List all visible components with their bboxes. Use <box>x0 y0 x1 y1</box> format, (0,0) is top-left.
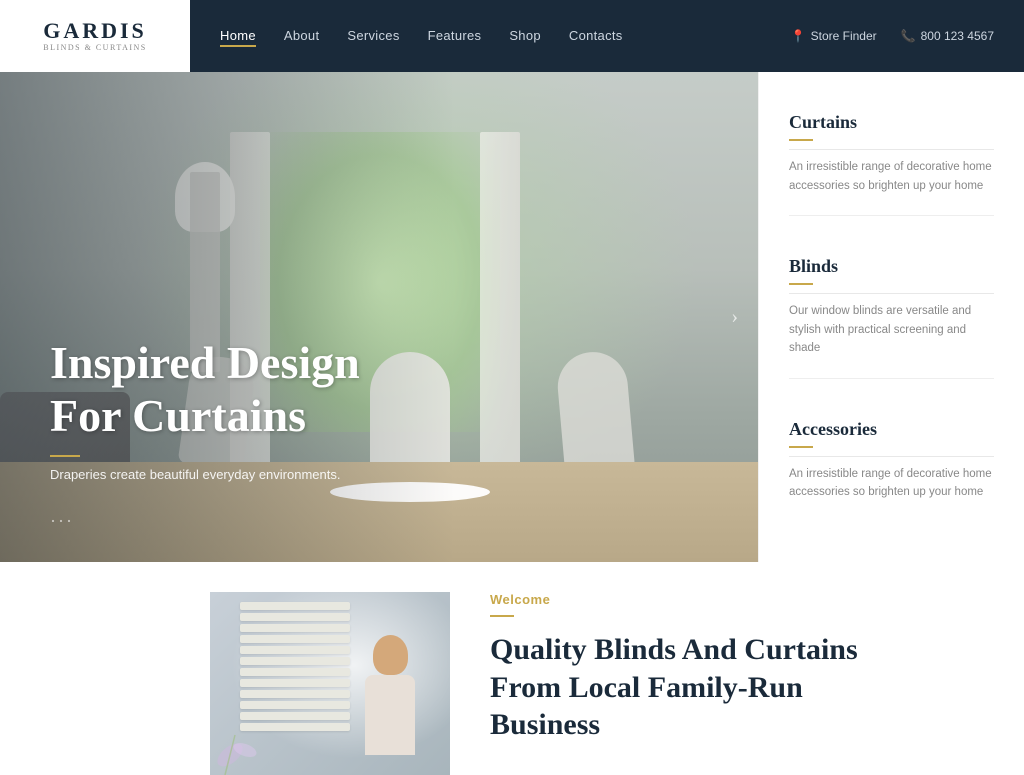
welcome-accent <box>490 615 514 617</box>
location-icon: 📍 <box>791 29 806 43</box>
blind-slat <box>240 679 350 687</box>
nav-item-contacts[interactable]: Contacts <box>569 27 623 45</box>
hero-accent-line <box>50 455 80 457</box>
welcome-title: Quality Blinds And Curtains From Local F… <box>490 631 984 744</box>
person-silhouette <box>350 635 430 775</box>
nav-item-shop[interactable]: Shop <box>509 27 541 45</box>
logo-sub: Blinds & Curtains <box>43 44 147 52</box>
welcome-label: Welcome <box>490 592 984 607</box>
panel-accessories: Accessories An irresistible range of dec… <box>789 419 994 522</box>
panel-blinds-accent <box>789 283 813 285</box>
panel-blinds: Blinds Our window blinds are versatile a… <box>789 256 994 378</box>
panel-blinds-divider <box>789 293 994 294</box>
hero-content: Inspired Design For Curtains Draperies c… <box>50 337 430 482</box>
panel-curtains-accent <box>789 139 813 141</box>
blind-slat <box>240 624 350 632</box>
nav-links: Home About Services Features Shop Contac… <box>220 27 623 45</box>
nav-item-about[interactable]: About <box>284 27 319 45</box>
nav-item-features[interactable]: Features <box>428 27 482 45</box>
person-head <box>373 635 408 675</box>
blind-slat <box>240 635 350 643</box>
bottom-flower-svg <box>210 695 290 775</box>
blind-slat <box>240 646 350 654</box>
panel-blinds-text: Our window blinds are versatile and styl… <box>789 302 994 357</box>
panel-accessories-text: An irresistible range of decorative home… <box>789 465 994 502</box>
blind-slat <box>240 657 350 665</box>
panel-accessories-title: Accessories <box>789 419 994 440</box>
panel-blinds-title: Blinds <box>789 256 994 277</box>
nav-item-services[interactable]: Services <box>347 27 399 45</box>
person-body <box>365 675 415 755</box>
logo-name: GARDIS <box>43 20 147 42</box>
right-sidebar: Curtains An irresistible range of decora… <box>758 72 1024 562</box>
blind-slat <box>240 668 350 676</box>
bottom-section: Welcome Quality Blinds And Curtains From… <box>0 562 1024 745</box>
nav-main: Home About Services Features Shop Contac… <box>190 0 1024 72</box>
store-finder[interactable]: 📍 Store Finder <box>791 29 877 43</box>
panel-curtains-title: Curtains <box>789 112 994 133</box>
hero-dots: ··· <box>50 511 74 532</box>
logo[interactable]: GARDIS Blinds & Curtains <box>0 0 190 72</box>
bottom-text-area: Welcome Quality Blinds And Curtains From… <box>450 592 1024 744</box>
phone-icon: 📞 <box>901 29 916 43</box>
blind-slat <box>240 613 350 621</box>
navbar: GARDIS Blinds & Curtains Home About Serv… <box>0 0 1024 72</box>
panel-accessories-divider <box>789 456 994 457</box>
bottom-image <box>210 592 450 775</box>
hero-title: Inspired Design For Curtains <box>50 337 430 443</box>
panel-accessories-accent <box>789 446 813 448</box>
panel-curtains-divider <box>789 149 994 150</box>
panel-curtains-text: An irresistible range of decorative home… <box>789 158 994 195</box>
nav-item-home[interactable]: Home <box>220 27 256 45</box>
blind-slat <box>240 602 350 610</box>
hero-section: Inspired Design For Curtains Draperies c… <box>0 72 758 562</box>
slide-arrow-right[interactable]: › <box>731 306 738 329</box>
phone-number[interactable]: 📞 800 123 4567 <box>901 29 994 43</box>
nav-right: 📍 Store Finder 📞 800 123 4567 <box>791 29 994 43</box>
dot-indicator[interactable]: ··· <box>50 511 74 532</box>
panel-curtains: Curtains An irresistible range of decora… <box>789 112 994 216</box>
hero-overlay <box>0 72 758 562</box>
hero-subtitle: Draperies create beautiful everyday envi… <box>50 467 430 482</box>
